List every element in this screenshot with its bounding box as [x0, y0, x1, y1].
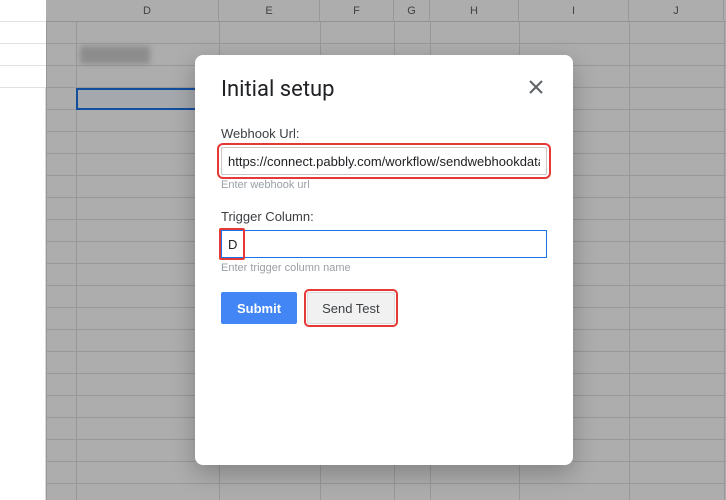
- close-button[interactable]: [525, 79, 547, 101]
- webhook-url-label: Webhook Url:: [221, 126, 547, 141]
- webhook-url-hint: Enter webhook url: [221, 179, 547, 191]
- trigger-column-hint: Enter trigger column name: [221, 262, 547, 274]
- trigger-column-input[interactable]: [221, 230, 547, 258]
- submit-button[interactable]: Submit: [221, 292, 297, 324]
- row-header-column: [0, 0, 46, 500]
- initial-setup-dialog: Initial setup Webhook Url: Enter webhook…: [195, 55, 573, 465]
- trigger-column-label: Trigger Column:: [221, 209, 547, 224]
- send-test-button[interactable]: Send Test: [307, 292, 395, 324]
- dialog-title: Initial setup: [221, 77, 335, 102]
- webhook-url-input[interactable]: [221, 147, 547, 175]
- close-icon: [529, 80, 543, 99]
